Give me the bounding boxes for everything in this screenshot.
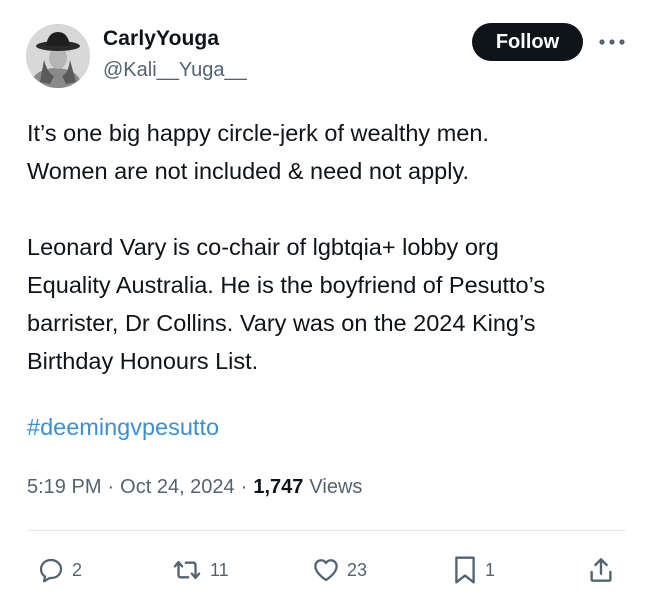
meta-separator: · [107,476,115,498]
like-button[interactable]: 23 [311,552,367,588]
avatar-image [26,24,90,88]
repost-icon [170,555,204,585]
views-label: Views [309,476,363,498]
author-handle[interactable]: @Kali__Yuga__ [103,59,247,82]
bookmark-count: 1 [485,559,496,580]
views-count: 1,747 [253,476,304,498]
repost-button[interactable]: 11 [170,552,229,588]
reply-count: 2 [72,559,83,580]
tweet-date[interactable]: Oct 24, 2024 [120,476,235,499]
like-count: 23 [347,559,368,580]
share-icon [586,555,616,585]
meta-separator: · [240,476,248,498]
tweet-time[interactable]: 5:19 PM [27,476,101,499]
bookmark-icon [451,554,479,586]
hashtag-link[interactable]: #deemingvpesutto [27,414,219,441]
follow-button[interactable]: Follow [472,23,583,61]
tweet-text: It’s one big happy circle-jerk of wealth… [27,114,637,380]
bookmark-button[interactable]: 1 [451,552,495,588]
action-bar: 2 11 23 1 [0,552,653,592]
divider [27,530,626,531]
tweet-meta: 5:19 PM · Oct 24, 2024 · 1,747 Views [27,476,362,499]
share-button[interactable] [586,552,616,588]
author-display-name[interactable]: CarlyYouga [103,27,219,51]
avatar[interactable] [26,24,90,88]
reply-icon [36,555,66,585]
tweet-paragraph-1: It’s one big happy circle-jerk of wealth… [27,120,489,184]
reply-button[interactable]: 2 [36,552,82,588]
more-icon[interactable] [597,30,627,54]
tweet-paragraph-2: Leonard Vary is co-chair of lgbtqia+ lob… [27,234,546,374]
like-icon [311,555,341,585]
repost-count: 11 [210,559,229,580]
